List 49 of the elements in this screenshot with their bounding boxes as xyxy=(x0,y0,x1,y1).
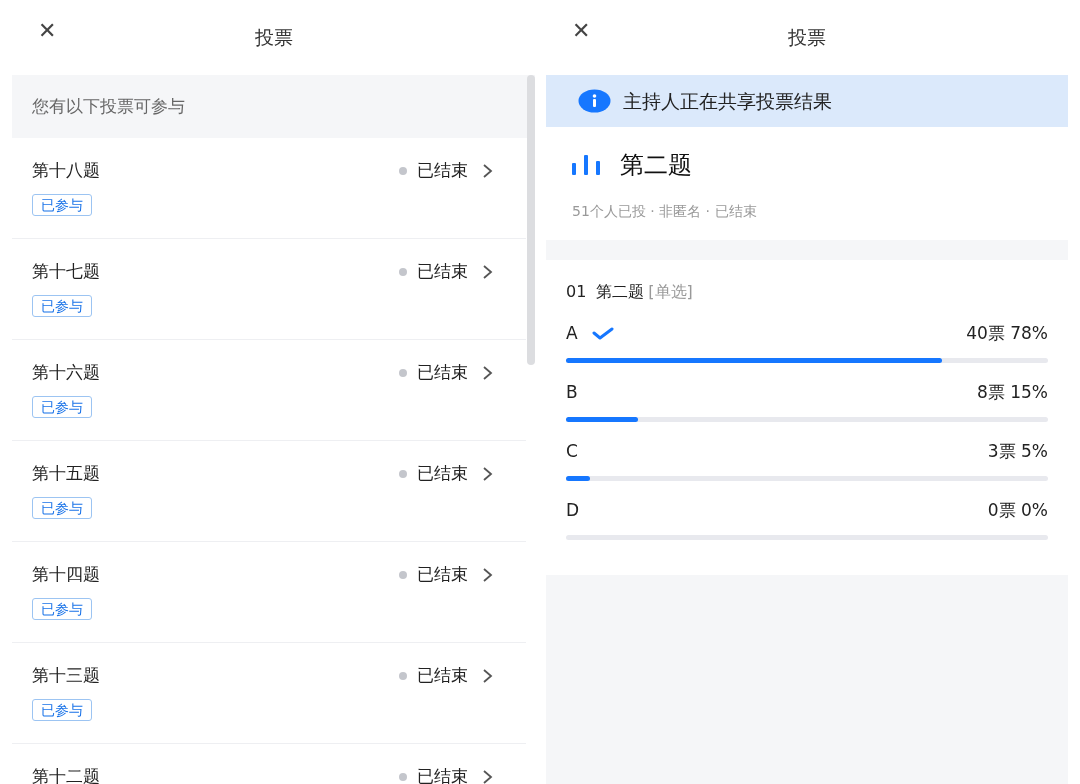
poll-title: 第十五题 xyxy=(32,462,100,485)
vote-count: 0票 0% xyxy=(987,499,1048,523)
poll-title: 第十二题 xyxy=(32,765,100,784)
close-button[interactable]: ✕ xyxy=(38,20,57,42)
poll-status: 已结束 xyxy=(417,462,468,485)
joined-tag: 已参与 xyxy=(32,395,92,418)
close-button[interactable]: ✕ xyxy=(572,20,591,42)
poll-title: 第十七题 xyxy=(32,260,100,283)
screen-title: 投票 xyxy=(254,25,293,51)
vote-count: 40票 78% xyxy=(966,322,1048,346)
joined-tag: 已参与 xyxy=(32,294,92,317)
chevron-icon xyxy=(482,162,494,179)
poll-status: 已结束 xyxy=(417,563,468,586)
question-title: 第二题 xyxy=(596,281,645,303)
poll-status: 已结束 xyxy=(417,765,468,784)
poll-status: 已结束 xyxy=(417,361,468,384)
list-header: 您有以下投票可参与 xyxy=(32,94,185,118)
vote-count: 3票 5% xyxy=(987,440,1048,464)
option-label: A xyxy=(566,322,578,346)
bar-chart-icon xyxy=(572,155,602,175)
info-icon xyxy=(578,89,611,113)
screen-title: 投票 xyxy=(788,25,826,51)
chevron-icon xyxy=(482,566,494,583)
poll-title: 第十八题 xyxy=(32,159,100,182)
joined-tag: 已参与 xyxy=(32,698,92,721)
poll-status: 已结束 xyxy=(417,260,468,283)
question-type: [单选] xyxy=(648,281,693,303)
poll-title: 第十三题 xyxy=(32,664,100,687)
chevron-icon xyxy=(482,263,494,280)
poll-status: 已结束 xyxy=(417,664,468,687)
chevron-icon xyxy=(482,667,494,684)
option-label: D xyxy=(566,499,580,523)
chevron-icon xyxy=(482,768,494,784)
joined-tag: 已参与 xyxy=(32,193,92,216)
chevron-icon xyxy=(482,465,494,482)
poll-title: 第十四题 xyxy=(32,563,100,586)
joined-tag: 已参与 xyxy=(32,496,92,519)
poll-heading: 第二题 xyxy=(620,150,692,181)
option-label: C xyxy=(566,440,578,464)
question-number: 01 xyxy=(566,281,587,303)
banner-text: 主持人正在共享投票结果 xyxy=(623,88,832,114)
option-label: B xyxy=(566,381,578,405)
vote-count: 8票 15% xyxy=(977,381,1048,405)
poll-meta: 51个人已投 · 非匿名 · 已结束 xyxy=(572,202,758,221)
joined-tag: 已参与 xyxy=(32,597,92,620)
poll-title: 第十六题 xyxy=(32,361,100,384)
poll-status: 已结束 xyxy=(417,159,468,182)
chevron-icon xyxy=(482,364,494,381)
scrollbar[interactable] xyxy=(527,75,535,365)
